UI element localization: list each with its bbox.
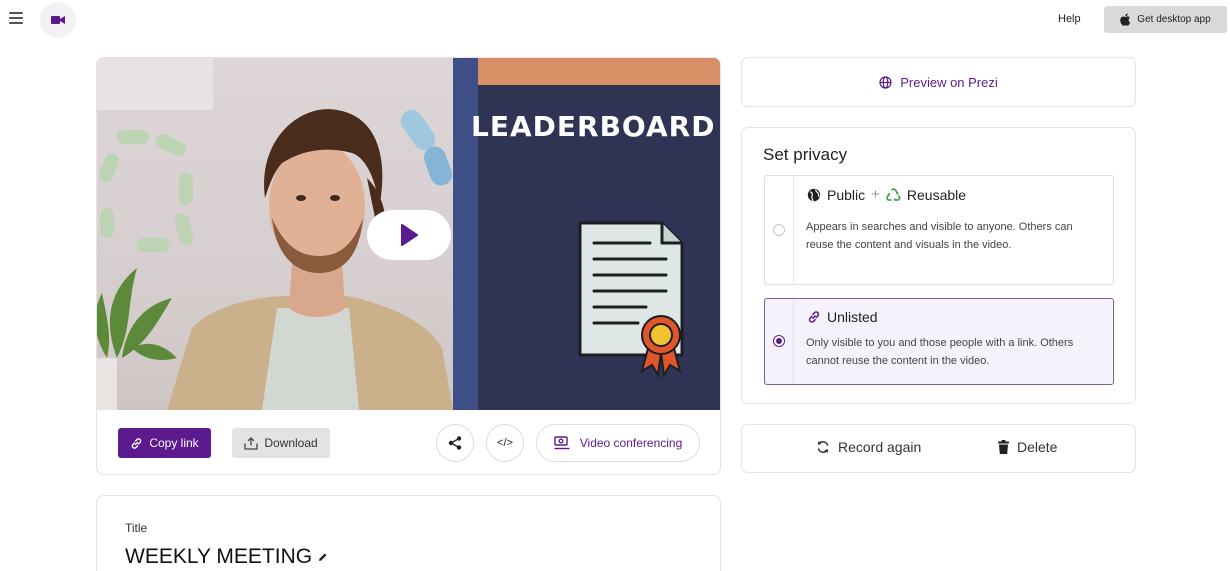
option-divider	[793, 299, 794, 384]
public-radio[interactable]	[773, 224, 785, 236]
video-card: LEADERBOARD Copy link Download </> Video…	[96, 57, 721, 475]
video-camera-icon[interactable]	[40, 2, 76, 38]
get-desktop-app-label: Get desktop app	[1137, 14, 1211, 25]
video-conferencing-label: Video conferencing	[579, 436, 683, 450]
manage-card: Record again Delete	[741, 424, 1136, 473]
unlisted-radio[interactable]	[773, 335, 785, 347]
globe-icon	[879, 75, 892, 89]
copy-link-button[interactable]: Copy link	[118, 428, 211, 458]
record-again-button[interactable]: Record again	[816, 439, 921, 455]
hamburger-menu-icon[interactable]	[9, 12, 23, 24]
preview-on-prezi-button[interactable]: Preview on Prezi	[741, 57, 1136, 107]
globe-icon	[807, 188, 821, 201]
apple-icon	[1120, 13, 1131, 26]
video-conferencing-button[interactable]: Video conferencing	[536, 424, 700, 462]
title-field[interactable]: WEEKLY MEETING	[125, 545, 328, 569]
embed-button[interactable]: </>	[486, 424, 524, 462]
trash-icon	[998, 440, 1009, 454]
title-value: WEEKLY MEETING	[125, 545, 313, 568]
link-icon	[808, 311, 820, 323]
download-icon	[244, 436, 258, 450]
download-button[interactable]: Download	[232, 428, 330, 458]
share-button[interactable]	[436, 424, 474, 462]
preview-on-prezi-label: Preview on Prezi	[900, 74, 998, 90]
video-conference-icon	[554, 436, 570, 450]
reusable-label: Reusable	[906, 186, 967, 203]
download-label: Download	[264, 436, 318, 450]
privacy-card: Set privacy Public + Reusable Appears in…	[741, 127, 1136, 404]
pencil-icon[interactable]	[318, 552, 328, 562]
option-divider	[793, 176, 794, 284]
play-icon	[401, 224, 418, 246]
privacy-option-unlisted[interactable]: Unlisted Only visible to you and those p…	[764, 298, 1114, 385]
public-label: Public	[827, 186, 866, 203]
title-label: Title	[125, 521, 148, 535]
slide-accent-band	[478, 58, 720, 85]
slide-heading: LEADERBOARD	[471, 110, 716, 143]
copy-link-label: Copy link	[149, 436, 199, 450]
refresh-icon	[817, 441, 829, 453]
public-description: Appears in searches and visible to anyon…	[806, 221, 1073, 251]
delete-button[interactable]: Delete	[998, 439, 1057, 455]
video-action-bar: Copy link Download </> Video conferencin…	[97, 410, 720, 474]
get-desktop-app-button[interactable]: Get desktop app	[1104, 6, 1227, 33]
share-icon	[448, 436, 462, 450]
embed-code-icon: </>	[497, 437, 513, 449]
help-link[interactable]: Help	[1058, 13, 1081, 25]
title-card: Title WEEKLY MEETING	[96, 495, 721, 571]
link-icon	[132, 437, 142, 449]
recycle-icon	[885, 187, 901, 201]
privacy-option-public[interactable]: Public + Reusable Appears in searches an…	[764, 175, 1114, 285]
privacy-heading: Set privacy	[763, 145, 848, 164]
unlisted-description: Only visible to you and those people wit…	[806, 337, 1074, 367]
unlisted-label: Unlisted	[827, 309, 878, 325]
video-player[interactable]: LEADERBOARD	[97, 58, 720, 410]
record-again-label: Record again	[838, 439, 922, 455]
play-button[interactable]	[367, 210, 451, 260]
plus-separator: +	[871, 186, 880, 203]
delete-label: Delete	[1017, 439, 1058, 455]
